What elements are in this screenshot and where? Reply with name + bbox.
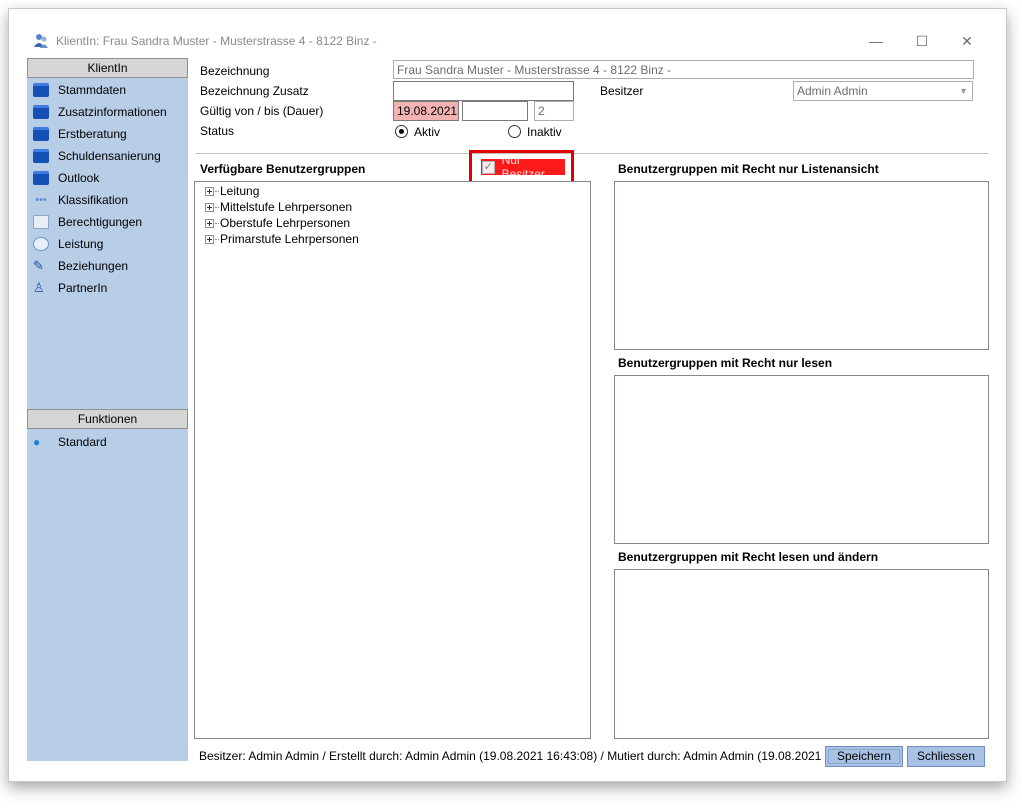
folder-icon (33, 83, 49, 97)
expand-icon[interactable] (205, 186, 214, 196)
zusatz-label: Bezeichnung Zusatz (200, 84, 309, 98)
function-item-standard[interactable]: ● Standard (27, 431, 188, 453)
expand-icon[interactable] (205, 202, 214, 212)
sidebar-item-outlook[interactable]: Outlook (27, 167, 188, 189)
tree-item-label: Oberstufe Lehrpersonen (220, 216, 351, 230)
besitzer-label: Besitzer (600, 84, 644, 98)
clock-icon (33, 237, 49, 251)
status-label: Status (200, 124, 235, 138)
sidebar-item-zusatzinformationen[interactable]: Zusatzinformationen (27, 101, 188, 123)
folder-icon (33, 127, 49, 141)
tree-item-label: Mittelstufe Lehrpersonen (220, 200, 353, 214)
dauer-field[interactable]: 2 (534, 101, 574, 121)
users-app-icon (34, 34, 48, 48)
list-rights-panel[interactable] (614, 181, 989, 350)
sidebar-item-erstberatung[interactable]: Erstberatung (27, 123, 188, 145)
nur-besitzer-checkbox-row[interactable]: ✓ Nur Besitzer (481, 153, 565, 181)
user-icon (33, 215, 49, 229)
tree-item-label: Leitung (220, 184, 260, 198)
bezeichnung-label: Bezeichnung (200, 64, 270, 78)
dots-icon: ••• (35, 194, 47, 206)
gueltig-von-field[interactable]: 19.08.2021 (393, 101, 459, 121)
sidebar-item-label: Outlook (58, 171, 100, 185)
app-window: KlientIn: Frau Sandra Muster - Musterstr… (8, 8, 1007, 782)
sidebar-item-label: Erstberatung (58, 127, 127, 141)
bezeichnung-field[interactable]: Frau Sandra Muster - Musterstrasse 4 - 8… (393, 60, 974, 79)
gueltig-bis-field[interactable] (462, 101, 528, 121)
minimize-button[interactable]: — (866, 31, 886, 51)
maximize-button[interactable]: ☐ (912, 31, 932, 51)
folder-icon (33, 105, 49, 119)
tree-item-leitung[interactable]: Leitung (205, 183, 259, 199)
folder-icon (33, 149, 49, 163)
function-item-label: Standard (58, 435, 107, 449)
tree-line (215, 206, 219, 208)
status-aktiv-radio[interactable] (395, 125, 408, 138)
pin-icon: ● (33, 435, 41, 449)
sidebar-item-klassifikation[interactable]: ••• Klassifikation (27, 189, 188, 211)
sidebar-nav-list: Stammdaten Zusatzinformationen Erstberat… (27, 79, 188, 299)
audit-status-text: Besitzer: Admin Admin / Erstellt durch: … (199, 749, 876, 763)
write-rights-panel[interactable] (614, 569, 989, 739)
sidebar-item-label: Klassifikation (58, 193, 129, 207)
schliessen-label: Schliessen (916, 749, 976, 763)
title-bar: KlientIn: Frau Sandra Muster - Musterstr… (9, 9, 1006, 49)
divider (196, 153, 988, 154)
status-inaktiv-label[interactable]: Inaktiv (527, 125, 562, 139)
close-button[interactable]: ✕ (957, 31, 977, 51)
sidebar-item-leistung[interactable]: Leistung (27, 233, 188, 255)
sidebar-item-label: Stammdaten (58, 83, 127, 97)
tree-item-oberstufe[interactable]: Oberstufe Lehrpersonen (205, 215, 350, 231)
status-inaktiv-radio[interactable] (508, 125, 521, 138)
write-rights-title: Benutzergruppen mit Recht lesen und ände… (618, 550, 879, 564)
gueltig-label: Gültig von / bis (Dauer) (200, 104, 324, 118)
list-rights-title: Benutzergruppen mit Recht nur Listenansi… (618, 162, 879, 176)
chevron-down-icon: ▼ (959, 86, 968, 96)
besitzer-value: Admin Admin (797, 84, 868, 98)
sidebar-item-label: Schuldensanierung (58, 149, 161, 163)
tree-item-primarstufe[interactable]: Primarstufe Lehrpersonen (205, 231, 359, 247)
folder-icon (33, 171, 49, 185)
sidebar-item-berechtigungen[interactable]: Berechtigungen (27, 211, 188, 233)
sidebar: KlientIn Stammdaten Zusatzinformationen … (27, 58, 188, 761)
schliessen-button[interactable]: Schliessen (907, 746, 985, 767)
main-content: Bezeichnung Frau Sandra Muster - Musters… (194, 58, 989, 767)
sidebar-item-label: Zusatzinformationen (58, 105, 167, 119)
read-rights-title: Benutzergruppen mit Recht nur lesen (618, 356, 833, 370)
sidebar-item-beziehungen[interactable]: ✎ Beziehungen (27, 255, 188, 277)
available-groups-tree[interactable]: Leitung Mittelstufe Lehrpersonen Oberstu… (194, 181, 591, 739)
status-aktiv-label[interactable]: Aktiv (414, 125, 440, 139)
sidebar-item-label: Beziehungen (58, 259, 129, 273)
expand-icon[interactable] (205, 234, 214, 244)
sidebar-header-funktionen[interactable]: Funktionen (27, 409, 188, 429)
pen-icon: ✎ (33, 258, 44, 273)
bezeichnung-zusatz-field[interactable] (393, 81, 574, 101)
functions-list: ● Standard (27, 431, 188, 453)
tree-line (215, 222, 219, 224)
person-icon: ♙ (33, 280, 45, 295)
nur-besitzer-label[interactable]: Nur Besitzer (502, 153, 565, 181)
tree-line (215, 190, 219, 192)
tree-item-mittelstufe[interactable]: Mittelstufe Lehrpersonen (205, 199, 352, 215)
sidebar-item-label: PartnerIn (58, 281, 108, 295)
speichern-button[interactable]: Speichern (825, 746, 903, 767)
available-groups-title: Verfügbare Benutzergruppen (200, 162, 366, 176)
tree-line (215, 238, 219, 240)
sidebar-header-klientin[interactable]: KlientIn (27, 58, 188, 78)
tree-item-label: Primarstufe Lehrpersonen (220, 232, 359, 246)
nur-besitzer-checkbox[interactable]: ✓ (482, 160, 495, 174)
sidebar-item-partnerin[interactable]: ♙ PartnerIn (27, 277, 188, 299)
expand-icon[interactable] (205, 218, 214, 228)
sidebar-item-schuldensanierung[interactable]: Schuldensanierung (27, 145, 188, 167)
besitzer-select[interactable]: Admin Admin ▼ (793, 81, 973, 101)
window-title: KlientIn: Frau Sandra Muster - Musterstr… (56, 34, 377, 48)
sidebar-item-label: Leistung (58, 237, 104, 251)
sidebar-item-stammdaten[interactable]: Stammdaten (27, 79, 188, 101)
button-focus-frame (828, 749, 900, 764)
sidebar-item-label: Berechtigungen (58, 215, 143, 229)
read-rights-panel[interactable] (614, 375, 989, 544)
